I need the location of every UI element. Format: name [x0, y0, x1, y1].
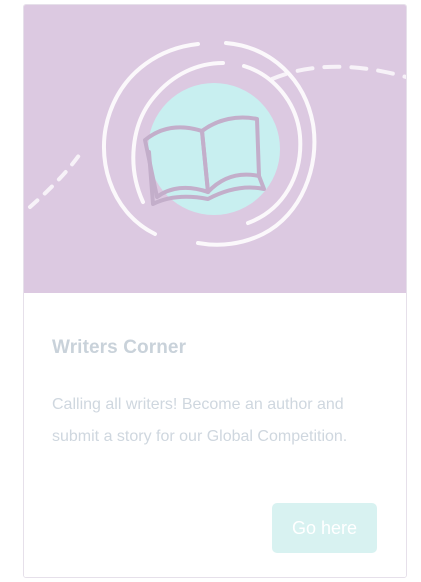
dashed-arc-left — [28, 149, 84, 209]
card-description: Calling all writers! Become an author an… — [52, 396, 348, 445]
page: Writers Corner Calling all writers! Beco… — [0, 0, 421, 582]
hero-illustration — [28, 41, 406, 247]
card-title: Writers Corner — [52, 337, 187, 358]
card-hero-image — [24, 5, 406, 293]
writers-corner-card[interactable]: Writers Corner Calling all writers! Beco… — [23, 4, 407, 578]
go-here-button[interactable]: Go here — [272, 503, 377, 553]
card-content: Writers Corner Calling all writers! Beco… — [24, 293, 406, 577]
